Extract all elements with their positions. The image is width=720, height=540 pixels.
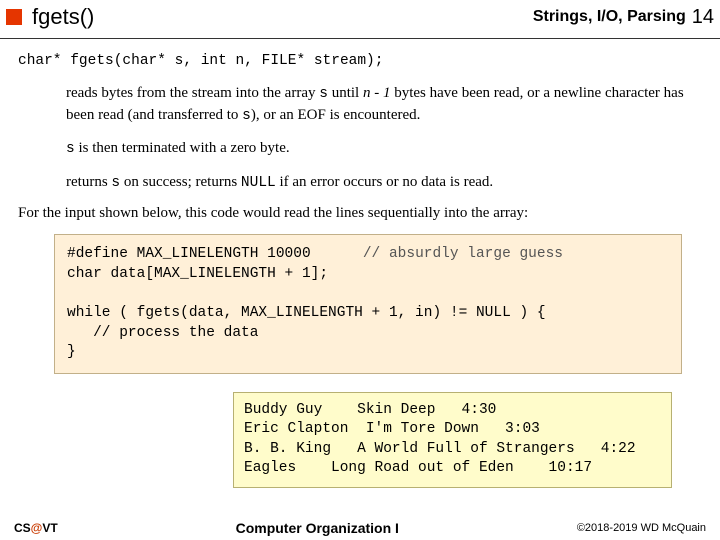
breadcrumb: Strings, I/O, Parsing <box>533 8 686 26</box>
slide-title: fgets() <box>32 4 533 30</box>
desc-paragraph-2: s is then terminated with a zero byte. <box>66 138 702 160</box>
slide-content: char* fgets(char* s, int n, FILE* stream… <box>0 39 720 488</box>
slide-header: fgets() Strings, I/O, Parsing 14 <box>0 0 720 39</box>
page-number: 14 <box>692 6 714 29</box>
function-prototype: char* fgets(char* s, int n, FILE* stream… <box>18 53 702 69</box>
footer-copyright: ©2018-2019 WD McQuain <box>577 522 706 534</box>
code-block: #define MAX_LINELENGTH 10000 // absurdly… <box>54 234 682 373</box>
slide-footer: CS@VT Computer Organization I ©2018-2019… <box>0 520 720 536</box>
desc-paragraph-3: returns s on success; returns NULL if an… <box>66 172 702 194</box>
lead-text: For the input shown below, this code wou… <box>18 205 702 222</box>
description-block: reads bytes from the stream into the arr… <box>66 83 702 193</box>
desc-paragraph-1: reads bytes from the stream into the arr… <box>66 83 702 126</box>
footer-affiliation: CS@VT <box>14 521 58 535</box>
footer-course: Computer Organization I <box>58 520 577 536</box>
accent-square <box>6 9 22 25</box>
sample-output-block: Buddy Guy Skin Deep 4:30 Eric Clapton I'… <box>233 392 672 488</box>
